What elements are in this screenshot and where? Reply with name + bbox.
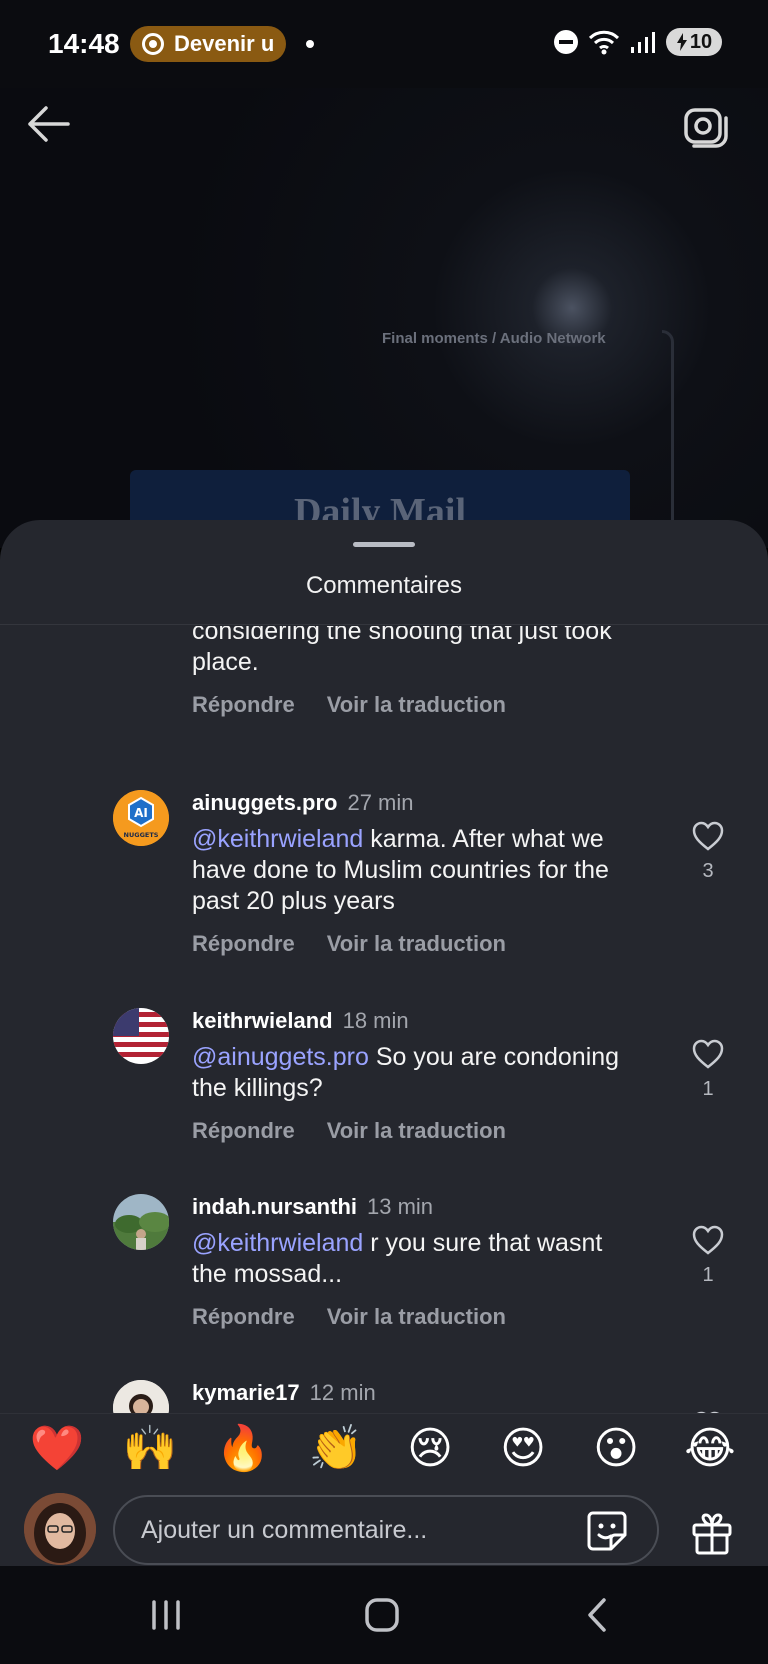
comment-input-box[interactable] xyxy=(113,1495,659,1565)
comment-actions: Répondre Voir la traduction xyxy=(192,692,632,718)
comment-time: 12 min xyxy=(309,1380,376,1405)
emoji-fire[interactable]: 🔥 xyxy=(215,1424,271,1474)
heart-outline-icon[interactable] xyxy=(691,1038,725,1070)
emoji-crying[interactable]: 😢 xyxy=(402,1424,458,1474)
status-pill[interactable]: Devenir u xyxy=(130,26,286,62)
translate-button[interactable]: Voir la traduction xyxy=(327,931,506,957)
avatar[interactable] xyxy=(113,1380,169,1414)
comment-text: considering the shooting that just took … xyxy=(192,626,612,676)
translate-button[interactable]: Voir la traduction xyxy=(327,692,506,718)
heart-outline-icon[interactable] xyxy=(691,820,725,852)
emoji-surprised[interactable]: 😮 xyxy=(588,1424,644,1474)
battery-level: 10 xyxy=(689,30,713,53)
ai-nuggets-logo-icon: AI NUGGETS xyxy=(113,790,169,846)
recent-apps-icon[interactable] xyxy=(136,1590,196,1640)
charging-icon xyxy=(676,33,687,51)
heart-outline-icon[interactable] xyxy=(691,1224,725,1256)
user-photo-icon xyxy=(113,1380,169,1414)
like-count: 1 xyxy=(702,1078,714,1100)
comment-body: ainuggets.pro 27 min @keithrwieland karma… xyxy=(192,788,632,957)
user-photo-icon xyxy=(113,1194,169,1250)
status-bar: 14:48 Devenir u 10 xyxy=(0,0,768,88)
comment-header: keithrwieland 18 min xyxy=(192,1006,632,1036)
user-photo-icon xyxy=(24,1493,96,1565)
reply-button[interactable]: Répondre xyxy=(192,931,295,957)
comment-actions: Répondre Voir la traduction xyxy=(192,1118,632,1144)
reply-button[interactable]: Répondre xyxy=(192,1304,295,1330)
audio-credit: Final moments / Audio Network xyxy=(382,330,606,347)
avatar-logo-subtext: NUGGETS xyxy=(124,831,159,839)
sticker-icon[interactable] xyxy=(585,1509,629,1553)
my-avatar[interactable] xyxy=(24,1493,96,1565)
video-lamp-post xyxy=(662,330,674,520)
like-count: 1 xyxy=(702,1264,714,1286)
comment-username[interactable]: ainuggets.pro xyxy=(192,790,337,815)
comment-username[interactable]: indah.nursanthi xyxy=(192,1194,357,1219)
signal-icon xyxy=(631,32,655,53)
comment-body: considering the shooting that just took … xyxy=(192,626,632,718)
us-flag-icon xyxy=(113,1008,169,1064)
like-control[interactable]: 1 xyxy=(688,1224,728,1287)
comment-time: 13 min xyxy=(367,1194,434,1219)
notification-dot-icon xyxy=(306,40,314,48)
comment-header: indah.nursanthi 13 min xyxy=(192,1192,632,1222)
like-control[interactable]: 1 xyxy=(688,1038,728,1101)
comment-time: 18 min xyxy=(342,1008,409,1033)
comment-body: kymarie17 12 min xyxy=(192,1378,632,1408)
emoji-raising-hands[interactable]: 🙌 xyxy=(122,1424,178,1474)
status-icons: 10 xyxy=(554,28,722,56)
back-icon[interactable] xyxy=(568,1590,628,1640)
comment-input[interactable] xyxy=(141,1497,561,1563)
emoji-heart[interactable]: ❤️ xyxy=(29,1424,85,1474)
comment-mention[interactable]: @keithrwieland xyxy=(192,825,363,853)
comment-username[interactable]: kymarie17 xyxy=(192,1380,300,1405)
comments-list[interactable]: considering the shooting that just took … xyxy=(0,626,768,1414)
comment-mention[interactable]: @ainuggets.pro xyxy=(192,1043,369,1071)
sheet-title: Commentaires xyxy=(305,572,463,599)
camera-icon[interactable] xyxy=(682,102,730,150)
home-icon[interactable] xyxy=(352,1590,412,1640)
back-arrow-icon[interactable] xyxy=(24,104,72,144)
comment-text: @keithrwieland karma. After what we have… xyxy=(192,824,632,917)
avatar[interactable]: AI NUGGETS xyxy=(113,790,169,846)
drag-handle[interactable] xyxy=(353,542,415,547)
reply-button[interactable]: Répondre xyxy=(192,692,295,718)
status-pill-label: Devenir u xyxy=(174,31,275,56)
avatar[interactable] xyxy=(113,1008,169,1064)
translate-button[interactable]: Voir la traduction xyxy=(327,1118,506,1144)
comment-actions: Répondre Voir la traduction xyxy=(192,931,632,957)
like-control[interactable]: 3 xyxy=(688,820,728,883)
like-count: 3 xyxy=(702,860,714,882)
system-nav-bar xyxy=(0,1566,768,1664)
comment-text: @keithrwieland r you sure that wasnt the… xyxy=(192,1228,632,1290)
comment-username[interactable]: keithrwieland xyxy=(192,1008,333,1033)
record-icon xyxy=(142,33,164,55)
comment-text: @ainuggets.pro So you are condoning the … xyxy=(192,1042,632,1104)
comment-input-row xyxy=(0,1475,768,1566)
status-time: 14:48 xyxy=(48,28,120,59)
reply-button[interactable]: Répondre xyxy=(192,1118,295,1144)
translate-button[interactable]: Voir la traduction xyxy=(327,1304,506,1330)
do-not-disturb-icon xyxy=(554,30,578,54)
divider xyxy=(0,624,768,625)
gift-icon[interactable] xyxy=(690,1511,734,1555)
comment-mention[interactable]: @keithrwieland xyxy=(192,1229,363,1257)
comment-body: keithrwieland 18 min @ainuggets.pro So yo… xyxy=(192,1006,632,1144)
emoji-clapping[interactable]: 👏 xyxy=(308,1424,364,1474)
comment-actions: Répondre Voir la traduction xyxy=(192,1304,632,1330)
avatar-logo-text: AI xyxy=(134,806,148,820)
wifi-icon xyxy=(588,30,620,55)
avatar[interactable] xyxy=(113,1194,169,1250)
comment-time: 27 min xyxy=(347,790,414,815)
emoji-reactions-row: ❤️ 🙌 🔥 👏 😢 😍 😮 😂 xyxy=(0,1413,768,1483)
comment-header: ainuggets.pro 27 min xyxy=(192,788,632,818)
emoji-heart-eyes[interactable]: 😍 xyxy=(495,1424,551,1474)
comment-header: kymarie17 12 min xyxy=(192,1378,632,1408)
comment-body: indah.nursanthi 13 min @keithrwieland r y… xyxy=(192,1192,632,1330)
comments-sheet: Commentaires considering the shooting th… xyxy=(0,520,768,1566)
battery-indicator: 10 xyxy=(666,28,722,56)
emoji-laughing[interactable]: 😂 xyxy=(682,1424,738,1474)
